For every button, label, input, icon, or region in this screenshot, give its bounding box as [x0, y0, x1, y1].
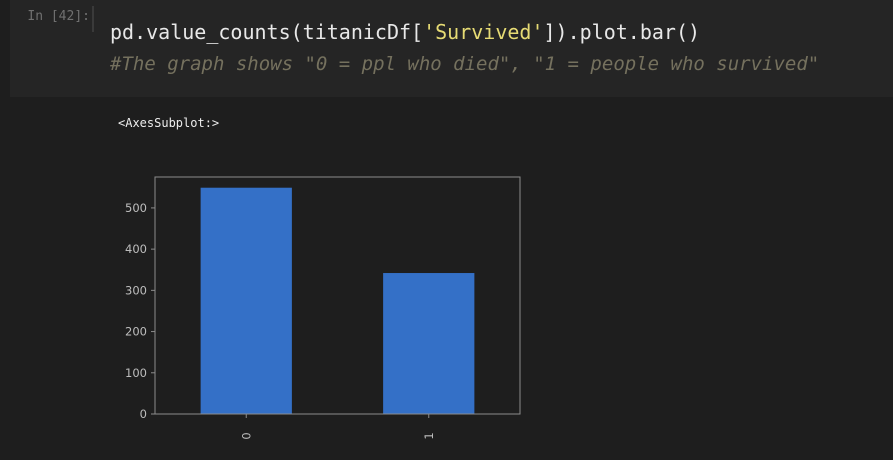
- y-tick-label-500: 500: [125, 201, 147, 215]
- bar-0: [200, 187, 292, 414]
- y-tick-label-100: 100: [125, 366, 147, 380]
- y-tick-label-400: 400: [125, 242, 147, 256]
- bar-1: [383, 273, 475, 414]
- chart-layer: 0 1 0 100 200 300 400 500: [125, 176, 521, 440]
- y-tick-label-200: 200: [125, 325, 147, 339]
- bar-chart: 0 1 0 100 200 300 400 500: [125, 176, 521, 440]
- y-tick-label-300: 300: [125, 283, 147, 297]
- y-tick-label-0: 0: [140, 407, 147, 421]
- x-tick-label-1: 1: [422, 432, 436, 439]
- notebook-cell[interactable]: In [42]: pd.value_counts(titanicDf['Surv…: [0, 0, 893, 460]
- x-tick-label-0: 0: [239, 432, 253, 439]
